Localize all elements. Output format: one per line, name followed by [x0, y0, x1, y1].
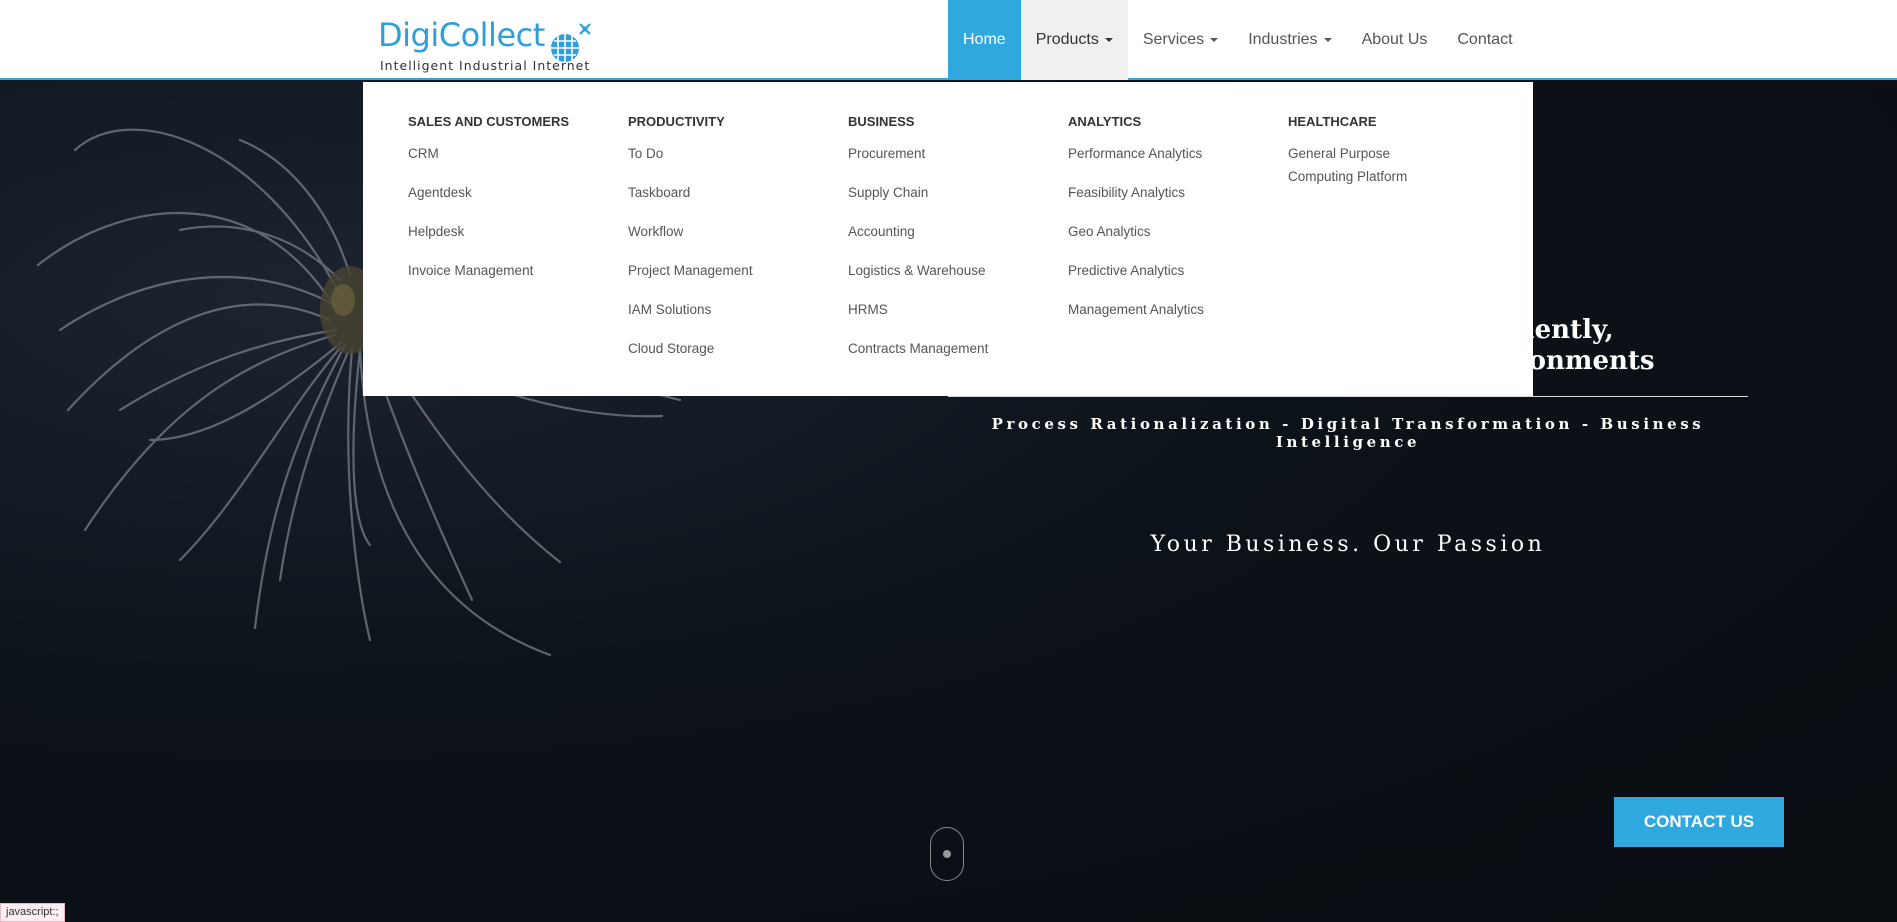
products-mega-menu: SALES AND CUSTOMERS CRM Agentdesk Helpde… — [363, 82, 1533, 396]
menu-link-invoice-management[interactable]: Invoice Management — [408, 259, 608, 282]
scroll-mouse-icon[interactable] — [930, 827, 964, 881]
menu-link-iam-solutions[interactable]: IAM Solutions — [628, 298, 828, 321]
menu-link-project-management[interactable]: Project Management — [628, 259, 828, 282]
nav-products[interactable]: Products — [1020, 0, 1128, 80]
brand-logo[interactable]: DigiCollect Intelligent Industrial Inter… — [378, 10, 598, 74]
menu-link-general-purpose-computing[interactable]: General Purpose Computing Platform — [1288, 142, 1428, 188]
hero-divider — [948, 396, 1748, 397]
nav-industries-label: Industries — [1248, 31, 1318, 48]
chevron-down-icon — [1104, 38, 1113, 42]
menu-heading: HEALTHCARE — [1288, 114, 1377, 129]
menu-link-todo[interactable]: To Do — [628, 142, 828, 165]
menu-heading: PRODUCTIVITY — [628, 114, 725, 129]
menu-link-management-analytics[interactable]: Management Analytics — [1068, 298, 1268, 321]
menu-link-predictive-analytics[interactable]: Predictive Analytics — [1068, 259, 1268, 282]
menu-link-procurement[interactable]: Procurement — [848, 142, 1048, 165]
nav-about-us[interactable]: About Us — [1347, 0, 1443, 80]
menu-column-analytics: ANALYTICS Performance Analytics Feasibil… — [1068, 114, 1268, 337]
menu-link-cloud-storage[interactable]: Cloud Storage — [628, 337, 828, 360]
nav-services-label: Services — [1142, 31, 1205, 48]
menu-column-productivity: PRODUCTIVITY To Do Taskboard Workflow Pr… — [628, 114, 828, 376]
menu-link-crm[interactable]: CRM — [408, 142, 608, 165]
menu-link-helpdesk[interactable]: Helpdesk — [408, 220, 608, 243]
menu-heading: ANALYTICS — [1068, 114, 1142, 129]
site-header: DigiCollect Intelligent Industrial Inter… — [0, 0, 1897, 80]
menu-link-feasibility-analytics[interactable]: Feasibility Analytics — [1068, 181, 1268, 204]
scroll-dot — [943, 850, 951, 858]
nav-home-label: Home — [963, 31, 1006, 48]
menu-link-supply-chain[interactable]: Supply Chain — [848, 181, 1048, 204]
menu-column-business: BUSINESS Procurement Supply Chain Accoun… — [848, 114, 1048, 376]
menu-heading: BUSINESS — [848, 114, 915, 129]
menu-link-agentdesk[interactable]: Agentdesk — [408, 181, 608, 204]
nav-contact[interactable]: Contact — [1442, 0, 1527, 80]
status-bar-url: javascript:; — [0, 903, 65, 922]
menu-link-workflow[interactable]: Workflow — [628, 220, 828, 243]
menu-link-taskboard[interactable]: Taskboard — [628, 181, 828, 204]
nav-industries[interactable]: Industries — [1233, 0, 1346, 80]
menu-column-sales: SALES AND CUSTOMERS CRM Agentdesk Helpde… — [408, 114, 608, 298]
menu-column-healthcare: HEALTHCARE General Purpose Computing Pla… — [1288, 114, 1488, 204]
menu-link-contracts-management[interactable]: Contracts Management — [848, 337, 1048, 360]
nav-home[interactable]: Home — [948, 0, 1021, 80]
menu-link-performance-analytics[interactable]: Performance Analytics — [1068, 142, 1268, 165]
brand-name: DigiCollect — [378, 16, 545, 54]
menu-link-hrms[interactable]: HRMS — [848, 298, 1048, 321]
nav-contact-label: Contact — [1457, 31, 1513, 48]
contact-us-button[interactable]: CONTACT US — [1614, 797, 1784, 847]
menu-link-geo-analytics[interactable]: Geo Analytics — [1068, 220, 1268, 243]
nav-services[interactable]: Services — [1128, 0, 1233, 80]
globe-satellite-icon — [551, 23, 591, 62]
menu-link-logistics-warehouse[interactable]: Logistics & Warehouse — [848, 259, 1048, 282]
main-nav: Home Products Services Industries About … — [948, 0, 1528, 80]
chevron-down-icon — [1210, 38, 1219, 42]
nav-about-label: About Us — [1361, 31, 1428, 48]
hero-tagline: Your Business. Our Passion — [1150, 532, 1546, 557]
chevron-down-icon — [1323, 38, 1332, 42]
menu-link-accounting[interactable]: Accounting — [848, 220, 1048, 243]
hero-subline: Process Rationalization - Digital Transf… — [991, 415, 1705, 451]
nav-products-label: Products — [1035, 31, 1099, 48]
menu-heading: SALES AND CUSTOMERS — [408, 114, 570, 129]
